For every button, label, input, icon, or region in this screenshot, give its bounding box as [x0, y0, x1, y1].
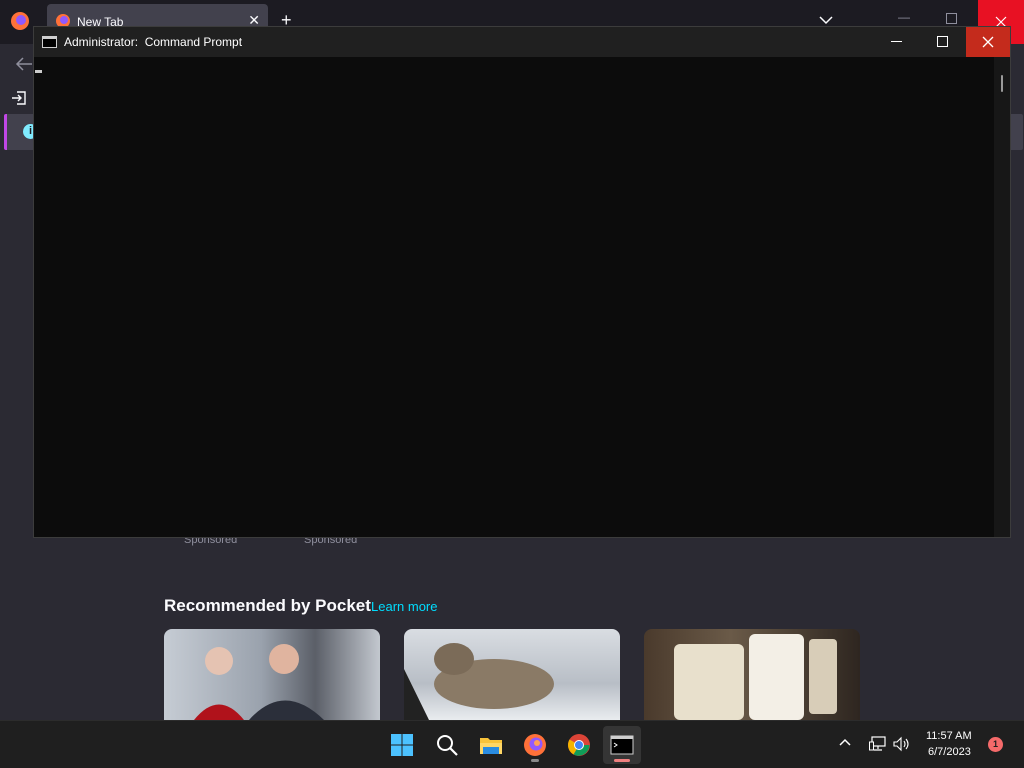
notification-badge[interactable]: 1	[988, 737, 1003, 752]
active-indicator	[614, 759, 630, 762]
firefox-restore-icon[interactable]	[946, 13, 957, 24]
network-icon[interactable]	[869, 736, 887, 752]
text-cursor	[35, 70, 42, 73]
pocket-story-card[interactable]	[404, 629, 620, 720]
cmd-maximize-icon[interactable]	[937, 36, 948, 47]
running-indicator	[531, 759, 539, 762]
command-prompt-icon	[610, 735, 634, 755]
firefox-logo-icon[interactable]	[10, 11, 30, 31]
chrome-taskbar-button[interactable]	[560, 726, 598, 764]
chrome-icon	[568, 734, 590, 756]
pocket-heading: Recommended by Pocket	[164, 596, 371, 615]
command-prompt-taskbar-button[interactable]	[603, 726, 641, 764]
story-thumbnail-jars	[674, 634, 837, 720]
cmd-minimize-icon[interactable]	[891, 41, 902, 42]
volume-icon[interactable]	[893, 736, 911, 752]
file-explorer-button[interactable]	[472, 726, 510, 764]
story-thumbnail-cat	[404, 643, 554, 720]
command-prompt-icon[interactable]	[42, 36, 57, 48]
taskbar-search-button[interactable]	[428, 726, 466, 764]
start-button[interactable]	[383, 726, 421, 764]
back-arrow-icon[interactable]	[15, 56, 33, 72]
cmd-window-title: Administrator: Command Prompt	[64, 35, 243, 49]
file-explorer-icon	[480, 738, 502, 754]
clock-time[interactable]: 11:57 AM	[926, 730, 972, 742]
firefox-minimize-icon[interactable]: —	[898, 10, 910, 24]
firefox-icon	[524, 734, 546, 756]
clock-date[interactable]: 6/7/2023	[928, 746, 971, 758]
pocket-story-card[interactable]	[164, 629, 380, 720]
show-hidden-icons-chevron-icon[interactable]	[838, 737, 852, 747]
pocket-story-card[interactable]	[644, 629, 860, 720]
close-icon	[982, 36, 994, 48]
taskbar: 11:57 AM 6/7/2023 1	[0, 720, 1024, 768]
cmd-title-bar[interactable]: Administrator: Command Prompt	[34, 27, 1010, 57]
firefox-taskbar-button[interactable]	[516, 726, 554, 764]
cmd-close-button[interactable]	[966, 27, 1010, 57]
learn-more-link[interactable]: Learn more	[371, 599, 437, 614]
command-prompt-window[interactable]: Administrator: Command Prompt	[33, 26, 1011, 538]
sign-in-icon[interactable]	[11, 90, 27, 106]
search-icon	[437, 735, 458, 756]
cmd-scrollbar[interactable]	[994, 57, 1010, 537]
cmd-console-area[interactable]	[34, 57, 994, 537]
scrollbar-thumb[interactable]	[1001, 75, 1003, 92]
start-icon	[391, 734, 413, 756]
story-thumbnail-people	[194, 644, 324, 720]
